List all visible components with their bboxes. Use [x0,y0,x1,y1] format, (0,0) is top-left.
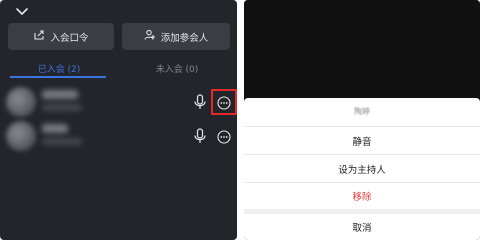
remove-option[interactable]: 移除 [244,182,480,209]
participants-panel: 入会口令 添加参会人 已入会 (2) 未入会 (0) [0,0,237,240]
annotation-highlight-box [211,89,237,115]
share-icon [33,29,45,44]
participant-name-redacted [42,90,78,99]
meeting-password-label: 入会口令 [50,32,89,44]
set-host-option[interactable]: 设为主持人 [244,155,480,182]
tab-joined[interactable]: 已入会 (2) [28,62,90,75]
add-user-icon [144,29,156,44]
participant-action-panel: 陶婷 静音 设为主持人 移除 取消 [244,0,480,240]
chevron-down-icon[interactable] [14,2,30,16]
action-sheet-title: 陶婷 [354,107,370,116]
participant-row[interactable] [0,85,237,119]
add-participant-button[interactable]: 添加参会人 [122,23,230,50]
tab-not-joined[interactable]: 未入会 (0) [146,62,208,75]
add-participant-label: 添加参会人 [160,32,209,44]
cancel-button[interactable]: 取消 [244,213,480,240]
dimmed-backdrop[interactable] [244,0,480,98]
meeting-password-button[interactable]: 入会口令 [8,23,114,50]
avatar [6,87,36,117]
participant-row[interactable] [0,119,237,153]
mute-option[interactable]: 静音 [244,127,480,154]
participant-subtitle-redacted [42,138,82,145]
more-icon[interactable] [217,129,231,144]
mic-icon[interactable] [193,94,207,110]
action-sheet: 陶婷 静音 设为主持人 移除 取消 [244,98,480,240]
mic-icon[interactable] [193,128,207,144]
avatar [6,121,36,151]
active-tab-indicator [10,76,106,78]
participant-subtitle-redacted [42,104,82,111]
participant-name-redacted [42,124,68,133]
